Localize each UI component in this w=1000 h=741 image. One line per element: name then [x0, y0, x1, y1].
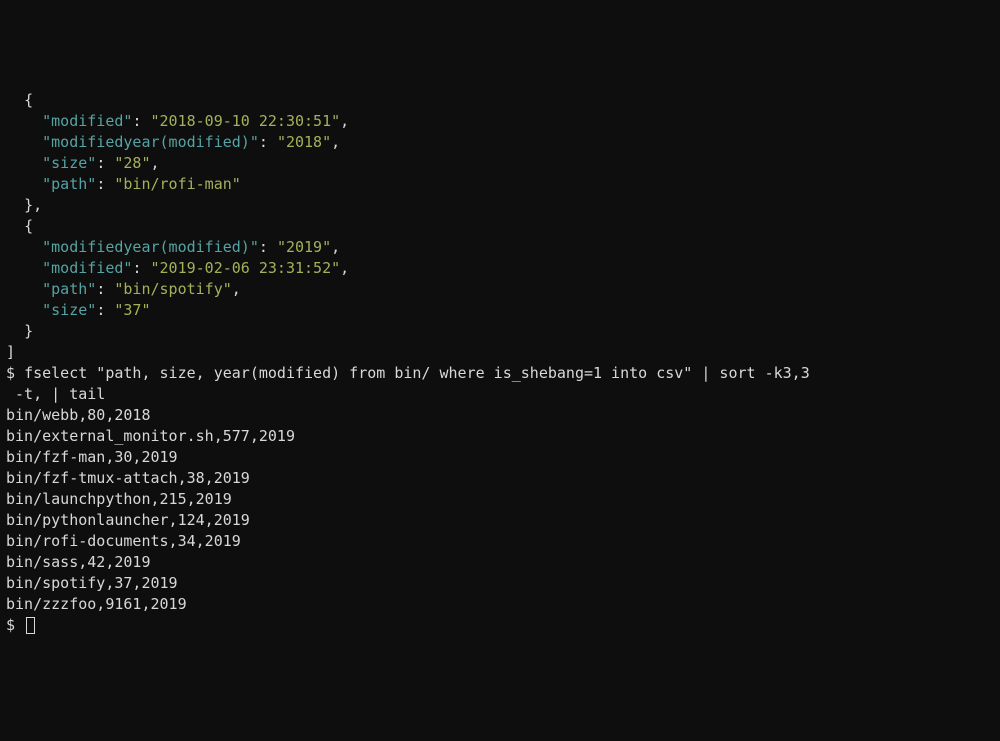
csv-row: bin/zzzfoo,9161,2019 — [6, 595, 187, 613]
json-line: "path": "bin/rofi-man" — [6, 175, 241, 193]
csv-row: bin/external_monitor.sh,577,2019 — [6, 427, 295, 445]
prompt-symbol: $ — [6, 616, 24, 634]
json-line: { — [6, 91, 33, 109]
csv-row: bin/fzf-man,30,2019 — [6, 448, 178, 466]
json-line: "modified": "2019-02-06 23:31:52", — [6, 259, 349, 277]
csv-row: bin/webb,80,2018 — [6, 406, 151, 424]
cursor-icon — [26, 617, 35, 634]
prompt-symbol: $ — [6, 364, 24, 382]
command-line: $ fselect "path, size, year(modified) fr… — [6, 364, 810, 382]
csv-row: bin/spotify,37,2019 — [6, 574, 178, 592]
csv-row: bin/fzf-tmux-attach,38,2019 — [6, 469, 250, 487]
json-line: "size": "28", — [6, 154, 160, 172]
json-line: "modifiedyear(modified)": "2018", — [6, 133, 340, 151]
json-line: } — [6, 322, 33, 340]
json-line: "path": "bin/spotify", — [6, 280, 241, 298]
json-line: { — [6, 217, 33, 235]
csv-row: bin/rofi-documents,34,2019 — [6, 532, 241, 550]
json-line: "modified": "2018-09-10 22:30:51", — [6, 112, 349, 130]
csv-row: bin/pythonlauncher,124,2019 — [6, 511, 250, 529]
command-line-continuation: -t, | tail — [6, 385, 105, 403]
json-line: }, — [6, 196, 42, 214]
prompt-line[interactable]: $ — [6, 616, 35, 634]
csv-row: bin/sass,42,2019 — [6, 553, 151, 571]
json-line: ] — [6, 343, 15, 361]
csv-row: bin/launchpython,215,2019 — [6, 490, 232, 508]
json-line: "modifiedyear(modified)": "2019", — [6, 238, 340, 256]
json-line: "size": "37" — [6, 301, 151, 319]
terminal-output[interactable]: { "modified": "2018-09-10 22:30:51", "mo… — [6, 90, 994, 636]
